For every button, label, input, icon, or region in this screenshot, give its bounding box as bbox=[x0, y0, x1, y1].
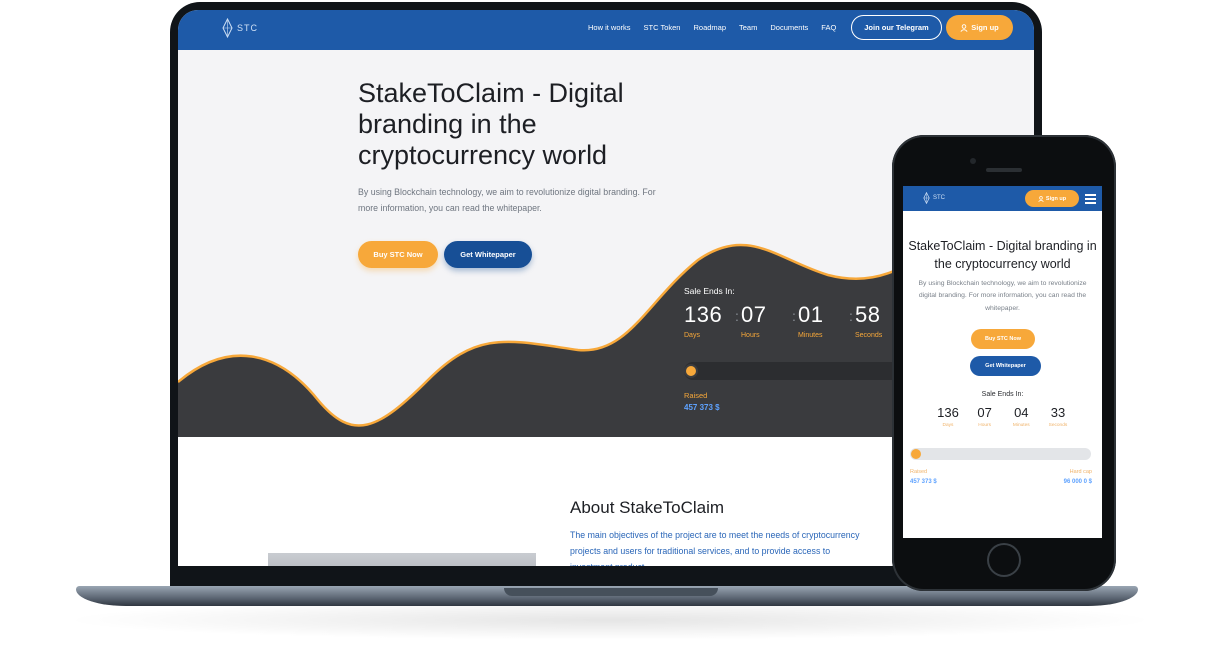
phone-camera bbox=[970, 158, 976, 164]
mobile-raised-value: 457 373 $ bbox=[910, 479, 937, 485]
minutes-value: 01 bbox=[798, 302, 824, 327]
about-image bbox=[268, 553, 536, 566]
mobile-header: STC Sign up bbox=[903, 186, 1102, 211]
sale-progress-fill bbox=[684, 364, 698, 378]
signup-label: Sign up bbox=[971, 23, 999, 32]
laptop-shadow bbox=[60, 600, 1160, 640]
logo-text: STC bbox=[237, 23, 258, 33]
signup-button[interactable]: Sign up bbox=[946, 15, 1013, 40]
hours-value: 07 bbox=[741, 302, 767, 327]
countdown-days: 136 Days bbox=[684, 302, 741, 339]
mobile-days-label: Days bbox=[942, 423, 954, 428]
hero-description: By using Blockchain technology, we aim t… bbox=[358, 187, 656, 213]
user-icon bbox=[1038, 195, 1044, 202]
countdown-separator: : bbox=[735, 308, 739, 324]
phone-home-button bbox=[987, 543, 1021, 577]
laptop-notch bbox=[504, 588, 718, 596]
sale-ends-label: Sale Ends In: bbox=[684, 286, 735, 296]
hours-label: Hours bbox=[741, 332, 760, 339]
countdown-separator: : bbox=[849, 308, 853, 324]
about-title: About StakeToClaim bbox=[570, 498, 725, 517]
nav-faq[interactable]: FAQ bbox=[821, 23, 836, 32]
phone-speaker bbox=[986, 168, 1022, 172]
raised-value: 457 373 $ bbox=[684, 403, 720, 412]
mobile-countdown-minutes: 04 Minutes bbox=[1006, 405, 1036, 428]
countdown-separator: : bbox=[792, 308, 796, 324]
countdown-hours: 07 Hours bbox=[741, 302, 798, 339]
get-whitepaper-button[interactable]: Get Whitepaper bbox=[444, 241, 532, 268]
mobile-hours-value: 07 bbox=[977, 405, 992, 420]
mobile-signup-label: Sign up bbox=[1045, 195, 1067, 202]
phone-screen: STC Sign up StakeToClaim - Digital brand… bbox=[903, 186, 1102, 538]
countdown-minutes: 01 Minutes bbox=[798, 302, 855, 339]
sale-progress-bar bbox=[684, 362, 924, 380]
site-header: STC How it works STC Token Roadmap Team … bbox=[178, 10, 1034, 50]
mobile-sale-progress-bar bbox=[910, 448, 1091, 460]
countdown-timer: 136 Days 07 Hours 01 Minutes 58 Seconds bbox=[684, 302, 912, 339]
minutes-label: Minutes bbox=[798, 332, 823, 339]
user-icon bbox=[960, 23, 968, 32]
mobile-hardcap-label: Hard cap bbox=[1069, 469, 1092, 475]
mobile-sale-ends-label: Sale Ends In: bbox=[981, 391, 1024, 398]
mobile-sale-progress-fill bbox=[911, 449, 921, 459]
hero-title: StakeToClaim - Digital branding in the c… bbox=[358, 78, 624, 170]
mobile-logo-text: STC bbox=[933, 195, 945, 201]
mobile-minutes-label: Minutes bbox=[1012, 423, 1030, 428]
mobile-hero-description: By using Blockchain technology, we aim t… bbox=[918, 280, 1087, 312]
stc-logo-icon bbox=[923, 192, 930, 204]
stc-logo-icon bbox=[222, 18, 233, 38]
main-nav: How it works STC Token Roadmap Team Docu… bbox=[588, 23, 836, 32]
mobile-countdown-timer: 136 Days 07 Hours 04 Minutes 33 Seconds bbox=[933, 405, 1073, 428]
mobile-buy-stc-button[interactable]: Buy STC Now bbox=[971, 329, 1035, 349]
site-logo[interactable]: STC bbox=[222, 18, 258, 38]
join-telegram-button[interactable]: Join our Telegram bbox=[851, 15, 942, 40]
nav-team[interactable]: Team bbox=[739, 23, 757, 32]
days-label: Days bbox=[684, 332, 700, 339]
mobile-raised-label: Raised bbox=[910, 469, 928, 475]
nav-how-it-works[interactable]: How it works bbox=[588, 23, 631, 32]
mobile-seconds-value: 33 bbox=[1050, 405, 1066, 420]
hamburger-menu-icon[interactable] bbox=[1085, 194, 1096, 206]
raised-label: Raised bbox=[684, 391, 708, 400]
nav-stc-token[interactable]: STC Token bbox=[644, 23, 681, 32]
mobile-signup-button[interactable]: Sign up bbox=[1025, 190, 1079, 207]
mobile-logo[interactable]: STC bbox=[923, 192, 945, 204]
about-text: The main objectives of the project are t… bbox=[570, 530, 860, 566]
mobile-seconds-label: Seconds bbox=[1048, 423, 1068, 428]
mobile-countdown-hours: 07 Hours bbox=[970, 405, 1000, 428]
mobile-countdown-days: 136 Days bbox=[933, 405, 963, 428]
mobile-days-value: 136 bbox=[937, 405, 959, 420]
mobile-hours-label: Hours bbox=[978, 423, 992, 428]
nav-documents[interactable]: Documents bbox=[770, 23, 808, 32]
mobile-minutes-value: 04 bbox=[1014, 405, 1029, 420]
days-value: 136 bbox=[684, 302, 723, 327]
buy-stc-button[interactable]: Buy STC Now bbox=[358, 241, 438, 268]
mobile-get-whitepaper-button[interactable]: Get Whitepaper bbox=[970, 356, 1041, 376]
mobile-hero-title: StakeToClaim - Digital branding in the c… bbox=[908, 239, 1097, 271]
nav-roadmap[interactable]: Roadmap bbox=[693, 23, 726, 32]
mobile-hardcap-value: 96 000 0 $ bbox=[1063, 479, 1092, 485]
mobile-countdown-seconds: 33 Seconds bbox=[1043, 405, 1073, 428]
